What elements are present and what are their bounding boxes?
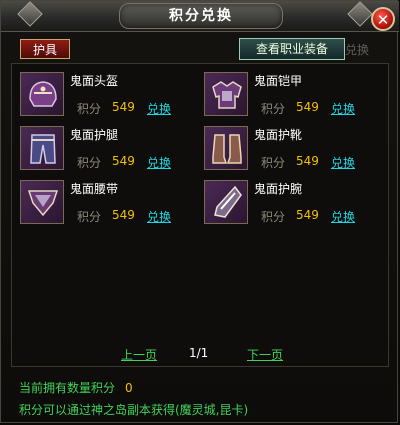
exchange-window: 积分兑换 ✕ 护具 查看职业装备 兑换 鬼面头盔 积分 549 兑换 鬼面铠甲 … xyxy=(0,0,399,423)
exchange-link[interactable]: 兑换 xyxy=(331,154,355,171)
item-entry: 鬼面护腿 积分 549 兑换 xyxy=(20,126,200,176)
item-name: 鬼面护腿 xyxy=(70,128,119,142)
points-value: 549 xyxy=(296,208,319,222)
armor-icon[interactable] xyxy=(204,72,248,116)
item-name: 鬼面腰带 xyxy=(70,182,119,196)
owned-points-row: 当前拥有数量积分 0 xyxy=(19,379,133,396)
item-entry: 鬼面护腕 积分 549 兑换 xyxy=(204,180,384,230)
pagination: 上一页 1/1 下一页 xyxy=(11,346,389,362)
points-label: 积分 xyxy=(77,102,102,116)
page-indicator: 1/1 xyxy=(189,346,209,360)
item-entry: 鬼面腰带 积分 549 兑换 xyxy=(20,180,200,230)
exchange-link[interactable]: 兑换 xyxy=(331,100,355,117)
points-value: 549 xyxy=(112,208,135,222)
points-value: 549 xyxy=(112,100,135,114)
bracer-icon[interactable] xyxy=(204,180,248,224)
title-ornament-right-icon xyxy=(347,1,373,27)
item-list-panel: 鬼面头盔 积分 549 兑换 鬼面铠甲 积分 549 兑换 鬼面护腿 积分 54… xyxy=(11,63,389,367)
belt-icon[interactable] xyxy=(20,180,64,224)
tab-armor[interactable]: 护具 xyxy=(20,39,70,59)
item-name: 鬼面头盔 xyxy=(70,74,119,88)
points-value: 549 xyxy=(296,154,319,168)
owned-points-label: 当前拥有数量积分 xyxy=(19,381,116,395)
points-label: 积分 xyxy=(77,156,102,170)
window-title: 积分兑换 xyxy=(119,3,283,29)
points-label: 积分 xyxy=(261,210,286,224)
points-label: 积分 xyxy=(261,156,286,170)
exchange-link[interactable]: 兑换 xyxy=(147,208,171,225)
exchange-link[interactable]: 兑换 xyxy=(147,100,171,117)
item-name: 鬼面铠甲 xyxy=(254,74,303,88)
owned-points-value: 0 xyxy=(125,381,133,395)
prev-page-link[interactable]: 上一页 xyxy=(121,346,157,363)
points-value: 549 xyxy=(112,154,135,168)
background-exchange-text: 兑换 xyxy=(345,43,370,57)
item-entry: 鬼面铠甲 积分 549 兑换 xyxy=(204,72,384,122)
title-bar: 积分兑换 xyxy=(1,1,399,32)
points-label: 积分 xyxy=(77,210,102,224)
close-button[interactable]: ✕ xyxy=(371,7,395,31)
helmet-icon[interactable] xyxy=(20,72,64,116)
item-entry: 鬼面护靴 积分 549 兑换 xyxy=(204,126,384,176)
boots-icon[interactable] xyxy=(204,126,248,170)
exchange-link[interactable]: 兑换 xyxy=(331,208,355,225)
item-name: 鬼面护腕 xyxy=(254,182,303,196)
view-job-equipment-button[interactable]: 查看职业装备 xyxy=(239,38,345,60)
leggings-icon[interactable] xyxy=(20,126,64,170)
exchange-link[interactable]: 兑换 xyxy=(147,154,171,171)
points-label: 积分 xyxy=(261,102,286,116)
points-value: 549 xyxy=(296,100,319,114)
points-source-hint: 积分可以通过神之岛副本获得(魔灵城,昆卡) xyxy=(19,403,249,417)
next-page-link[interactable]: 下一页 xyxy=(247,346,283,363)
title-ornament-left-icon xyxy=(17,1,43,27)
item-entry: 鬼面头盔 积分 549 兑换 xyxy=(20,72,200,122)
item-name: 鬼面护靴 xyxy=(254,128,303,142)
